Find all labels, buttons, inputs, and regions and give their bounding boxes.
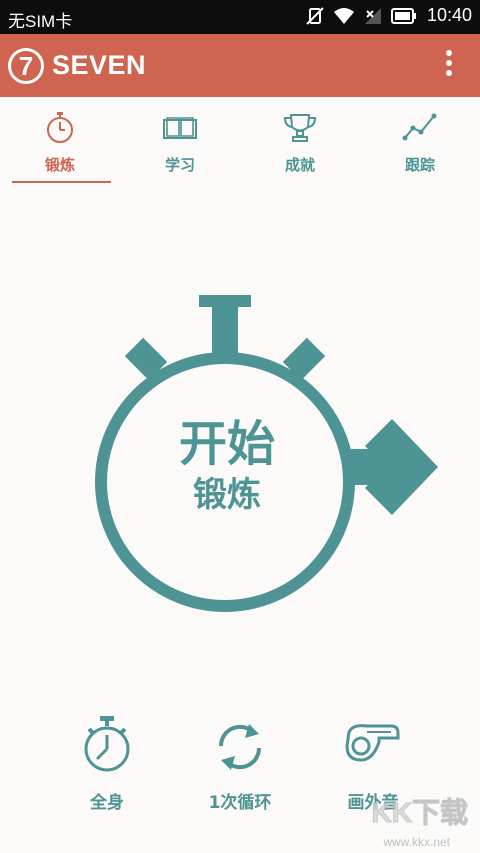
- battery-icon: [390, 7, 416, 24]
- tab-achievements[interactable]: 成就: [240, 97, 360, 187]
- wifi-icon: [333, 7, 354, 24]
- tab-tracking[interactable]: 跟踪: [360, 97, 480, 187]
- status-icons: 10:40: [305, 5, 472, 26]
- app-bar: 7 SEVEN: [0, 34, 480, 97]
- whistle-icon: [345, 724, 400, 762]
- status-bar: 无SIM卡 10:40: [0, 0, 480, 34]
- signal-icon: [364, 7, 381, 24]
- active-tab-indicator: [12, 181, 111, 183]
- trophy-icon: [283, 114, 317, 142]
- book-icon: [163, 117, 197, 139]
- tab-label: 成就: [284, 156, 315, 174]
- app-logo-icon: 7: [8, 48, 44, 84]
- overflow-menu-icon[interactable]: [444, 50, 454, 80]
- stopwatch-icon: [47, 112, 73, 143]
- logo-text: 7: [19, 51, 33, 81]
- vibrate-off-icon: [306, 6, 324, 25]
- start-workout-button[interactable]: 开始 锻炼: [0, 187, 480, 687]
- tab-workout[interactable]: 锻炼: [0, 97, 120, 187]
- chart-line-icon: [402, 113, 437, 141]
- refresh-icon: [218, 724, 262, 770]
- tab-label: 跟踪: [404, 156, 435, 174]
- start-label-line1: 开始: [178, 416, 275, 472]
- stopwatch-icon: [84, 716, 130, 772]
- tab-learn[interactable]: 学习: [120, 97, 240, 187]
- watermark-logo: KK下载: [371, 797, 468, 829]
- clock: 10:40: [426, 5, 472, 25]
- watermark-url: www.kkx.net: [383, 835, 450, 849]
- app-title: SEVEN: [52, 50, 147, 80]
- tab-bar: 锻炼 学习 成就 跟踪: [0, 97, 480, 187]
- tab-label: 学习: [164, 156, 195, 174]
- carrier-label: 无SIM卡: [8, 12, 73, 31]
- start-label-line2: 锻炼: [193, 475, 261, 515]
- tab-label: 锻炼: [44, 156, 75, 174]
